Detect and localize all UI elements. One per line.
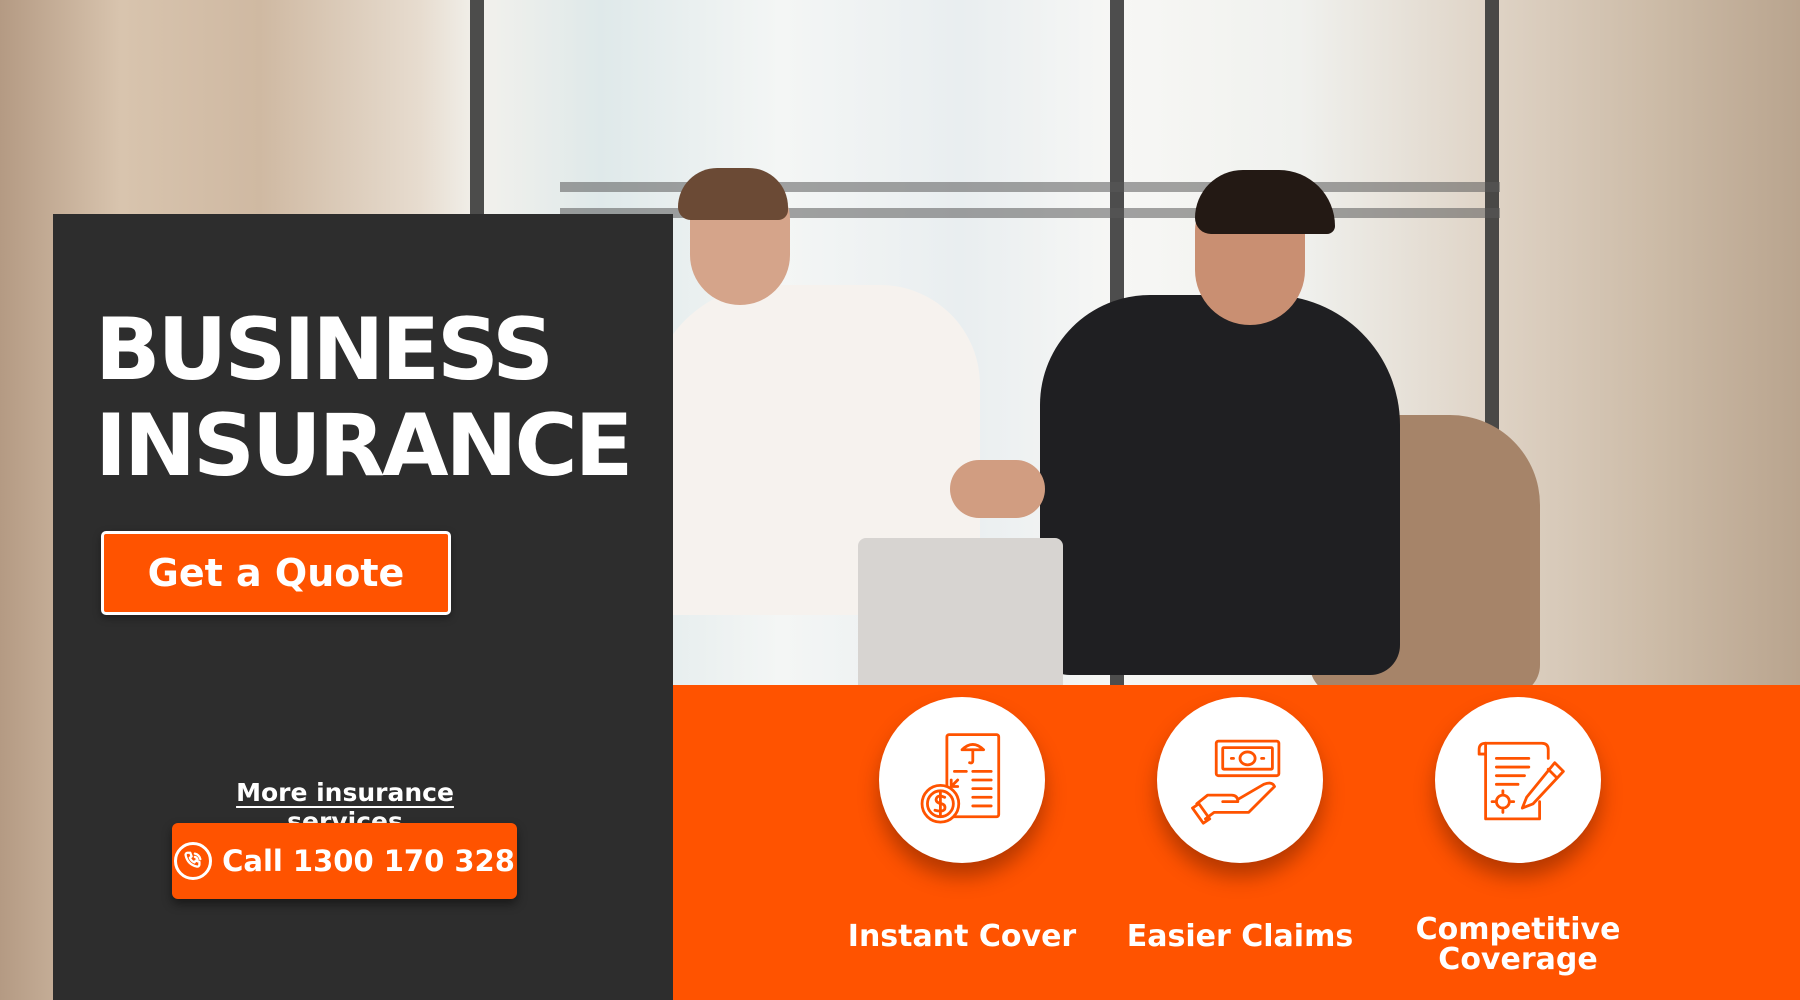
- get-quote-button[interactable]: Get a Quote: [101, 531, 451, 615]
- feature-label-line-2: Coverage: [1438, 942, 1598, 977]
- feature-easier-claims: Easier Claims: [1105, 697, 1375, 952]
- laptop: [858, 538, 1063, 688]
- businessman-left-hair: [678, 168, 788, 220]
- businessman-right: [1040, 295, 1400, 675]
- feature-icon-circle: [879, 697, 1045, 863]
- headline-line-2: INSURANCE: [95, 396, 633, 496]
- headline-line-1: BUSINESS: [95, 300, 554, 400]
- feature-competitive-coverage: Competitive Coverage: [1383, 697, 1653, 975]
- feature-instant-cover: Instant Cover: [827, 697, 1097, 952]
- handshake: [950, 460, 1045, 518]
- hand-money-icon: [1191, 739, 1281, 825]
- page-title: BUSINESS INSURANCE: [95, 300, 633, 496]
- phone-call-icon: [174, 842, 213, 880]
- feature-label: Easier Claims: [1126, 919, 1354, 954]
- feature-icon-circle: [1157, 697, 1323, 863]
- document-umbrella-dollar-icon: [920, 733, 1001, 824]
- feature-label: Instant Cover: [847, 919, 1077, 954]
- feature-label: Competitive Coverage: [1383, 915, 1653, 975]
- call-phone-button[interactable]: Call 1300 170 328: [172, 823, 517, 899]
- contract-pen-icon: [1477, 741, 1565, 821]
- call-button-label: Call 1300 170 328: [222, 844, 515, 878]
- feature-icon-circle: [1435, 697, 1601, 863]
- insurance-hero-banner: BUSINESS INSURANCE Get a Quote More insu…: [0, 0, 1800, 1000]
